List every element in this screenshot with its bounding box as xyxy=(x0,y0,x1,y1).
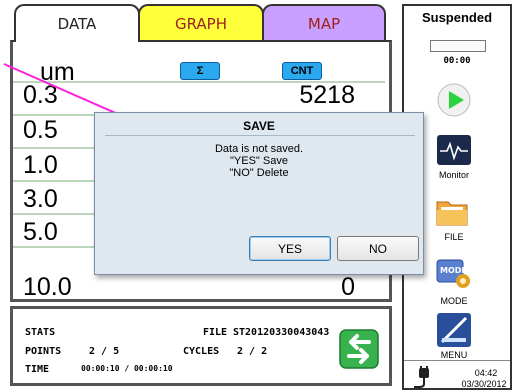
row-count: 0 xyxy=(341,273,355,301)
menu-label: MENU xyxy=(440,350,468,360)
file-button-label: FILE xyxy=(444,232,464,242)
dialog-message-line2: "YES" Save xyxy=(230,155,288,167)
tab-graph[interactable]: GRAPH xyxy=(138,4,264,42)
menu-icon[interactable] xyxy=(436,312,472,348)
play-icon[interactable] xyxy=(436,82,472,118)
tab-map[interactable]: MAP xyxy=(262,4,386,42)
power-plug-icon xyxy=(414,366,434,388)
row-size: 10.0 xyxy=(23,273,72,301)
time-value: 00:00:10 / 00:00:10 xyxy=(81,364,173,373)
tab-map-label: MAP xyxy=(307,15,341,33)
monitor-label: Monitor xyxy=(438,170,469,180)
row-size: 1.0 xyxy=(23,151,58,179)
file-label: FILE xyxy=(203,327,228,338)
tab-data[interactable]: DATA xyxy=(14,4,140,42)
points-label: POINTS xyxy=(25,346,62,357)
swap-icon[interactable] xyxy=(339,329,379,369)
clock-date: 03/30/2012 xyxy=(461,379,507,389)
tab-graph-label: GRAPH xyxy=(174,15,228,33)
sidebar-divider xyxy=(404,360,510,361)
row-count: 5218 xyxy=(299,81,355,109)
points-value: 2 / 5 xyxy=(89,346,120,357)
dialog-message-line1: Data is not saved. xyxy=(214,143,304,155)
svg-text:MODE: MODE xyxy=(440,266,467,275)
monitor-icon[interactable] xyxy=(436,134,472,166)
row-size: 5.0 xyxy=(23,218,58,246)
mode-icon[interactable]: MODE xyxy=(434,256,474,292)
mode-label: MODE xyxy=(440,296,468,306)
progress-bar xyxy=(430,40,486,52)
time-label: TIME xyxy=(25,364,50,375)
file-name: ST20120330043043 xyxy=(233,327,330,338)
dialog-separator xyxy=(105,135,415,136)
tab-data-label: DATA xyxy=(57,15,97,33)
stats-panel: STATS FILE ST20120330043043 POINTS 2 / 5… xyxy=(10,306,392,386)
dialog-message-line3: "NO" Delete xyxy=(229,167,289,179)
clock-time: 04:42 xyxy=(474,368,498,378)
dialog-title: SAVE xyxy=(243,119,275,133)
status-label: Suspended xyxy=(421,10,493,25)
no-button[interactable]: NO xyxy=(337,236,419,261)
yes-button[interactable]: YES xyxy=(249,236,331,261)
save-dialog: SAVE Data is not saved. "YES" Save "NO" … xyxy=(94,112,424,275)
stats-label: STATS xyxy=(25,327,56,338)
cycles-label: CYCLES xyxy=(183,346,220,357)
timer: 00:00 xyxy=(443,56,471,66)
cycles-value: 2 / 2 xyxy=(237,346,268,357)
row-size: 3.0 xyxy=(23,185,58,213)
folder-icon[interactable] xyxy=(434,194,470,230)
